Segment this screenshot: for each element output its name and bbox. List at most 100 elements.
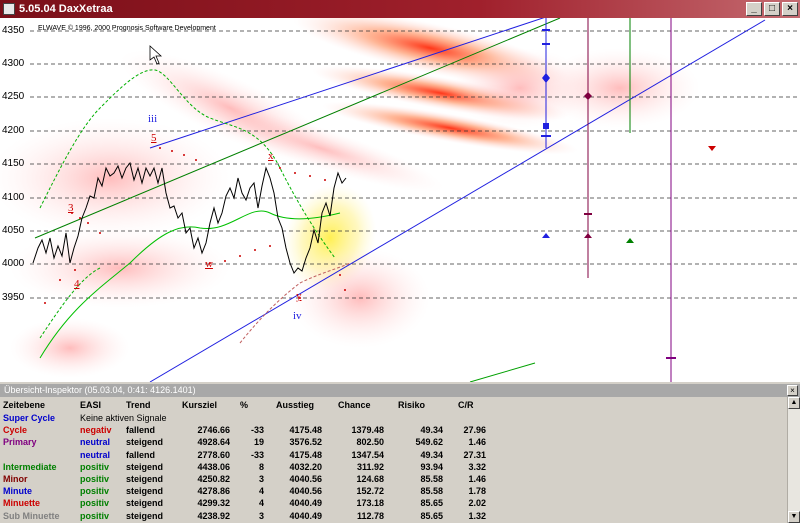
probability-heatmap (0, 18, 700, 378)
cell-chance: 124.68 (356, 474, 384, 484)
table-row[interactable]: Minor positiv steigend 4250.82 3 4040.56 124.6… (0, 474, 790, 486)
cell-chance: 173.18 (356, 498, 384, 509)
cell-chance: 112.78 (356, 510, 384, 521)
cell-chance: 152.72 (356, 486, 384, 497)
table-row[interactable]: neutral fallend 2778.60 -33 4175.48 1347.54 49… (0, 450, 790, 462)
cell-cr: 1.46 (468, 437, 486, 448)
table-row[interactable]: Cycle negativ fallend 2746.66 -33 4175.48 1379… (0, 425, 790, 437)
cell-level: Super Cycle (3, 413, 56, 423)
cell-cr: 27.31 (463, 449, 486, 460)
table-row[interactable]: Minuette positiv steigend 4299.32 4 4040.49 17… (0, 498, 790, 510)
column-header: EASI (80, 400, 102, 410)
cell-kursziel: 4250.82 (197, 474, 230, 484)
cell-pct: 4 (258, 498, 264, 509)
cell-trend: steigend (126, 498, 164, 509)
column-header: Trend (126, 400, 151, 410)
cell-risiko: 49.34 (420, 449, 443, 460)
table-row[interactable]: Sub Minuette positiv steigend 4238.92 3 4040.… (0, 511, 790, 523)
column-header: Kursziel (182, 400, 218, 410)
cell-easi: negativ (80, 425, 112, 436)
panel-close-icon[interactable]: × (787, 385, 798, 396)
cell-ausstieg: 4040.49 (289, 510, 322, 521)
copyright-text: ELWAVE © 1996, 2000 Prognosis Software D… (38, 25, 216, 32)
cell-ausstieg: 4175.48 (289, 449, 322, 460)
cell-kursziel: 4278.86 (197, 486, 230, 497)
cell-easi: positiv (80, 474, 110, 484)
cell-ausstieg: 4032.20 (289, 461, 322, 472)
y-tick-label: 4200 (2, 125, 25, 136)
cell-kursziel: 4238.92 (197, 510, 230, 521)
window-title: 5.05.04 DaxXetraa (19, 3, 113, 15)
cell-kursziel: 4928.64 (197, 437, 230, 448)
cell-cr: 1.32 (468, 510, 486, 521)
cell-trend: steigend (126, 474, 164, 484)
wave-label-4: 4 (74, 278, 80, 290)
cell-cr: 27.96 (463, 425, 486, 436)
table-row[interactable]: Super Cycle Keine aktiven Signale (0, 413, 790, 425)
cell-level: Minute (3, 486, 32, 497)
wave-label-x: x (268, 150, 274, 162)
chart-canvas (0, 18, 800, 382)
maximize-icon[interactable]: □ (764, 2, 780, 16)
wave-label-iii: iii (148, 113, 158, 125)
cell-pct: 19 (253, 437, 264, 448)
y-tick-label: 4050 (2, 225, 25, 236)
table-row[interactable]: Intermediate positiv steigend 4438.06 8 4032.… (0, 462, 790, 474)
cell-easi: positiv (80, 486, 110, 497)
cell-trend: fallend (126, 425, 156, 436)
panel-title: Übersicht-Inspektor (05.03.04, 0:41: 412… (0, 384, 800, 397)
wave-label-y: y (296, 290, 302, 302)
cell-trend: fallend (126, 449, 156, 460)
cell-chance: 802.50 (356, 437, 384, 448)
cell-easi: neutral (80, 437, 111, 448)
cell-kursziel: 4299.32 (197, 498, 230, 509)
minimize-icon[interactable]: _ (746, 2, 762, 16)
y-tick-label: 3950 (2, 292, 25, 303)
cell-chance: 1379.48 (351, 425, 384, 436)
cell-pct: 4 (258, 486, 264, 497)
cell-cr: 1.46 (468, 474, 486, 484)
column-header: Ausstieg (276, 400, 315, 410)
cell-ausstieg: 4040.56 (289, 486, 322, 497)
cell-risiko: 49.34 (420, 425, 443, 436)
cell-level: Intermediate (3, 461, 57, 472)
cell-easi: positiv (80, 498, 110, 509)
cell-trend: steigend (126, 437, 164, 448)
cell-trend: steigend (126, 486, 164, 497)
cell-easi: neutral (80, 449, 111, 460)
target-marker-blue (543, 123, 549, 129)
cell-cr: 3.32 (468, 461, 486, 472)
scroll-down-icon[interactable]: ▼ (788, 511, 800, 523)
cell-pct: 3 (258, 510, 264, 521)
trend-green-short-line (469, 362, 536, 382)
cell-risiko: 85.58 (420, 474, 443, 484)
wave-label-w: w (205, 258, 213, 270)
cell-pct: 8 (258, 461, 264, 472)
cell-ausstieg: 4040.56 (289, 474, 322, 484)
cell-ausstieg: 4040.49 (289, 498, 322, 509)
cell-kursziel: 2778.60 (197, 449, 230, 460)
y-tick-label: 4000 (2, 258, 25, 269)
wave-label-5: 5 (151, 132, 157, 144)
scroll-up-icon[interactable]: ▲ (788, 397, 800, 409)
cell-chance: 1347.54 (351, 449, 384, 460)
cell-pct: -33 (250, 425, 264, 436)
table-row[interactable]: Primary neutral steigend 4928.64 19 3576.52 80… (0, 437, 790, 449)
panel-scrollbar[interactable]: ▲ ▼ (787, 397, 800, 523)
close-icon[interactable]: × (782, 2, 798, 16)
cell-ausstieg: 4175.48 (289, 425, 322, 436)
cell-cr: 1.78 (468, 486, 486, 497)
cell-kursziel: 4438.06 (197, 461, 230, 472)
column-header: Zeitebene (3, 400, 46, 410)
window-titlebar: 5.05.04 DaxXetraa _ □ × (0, 0, 800, 18)
cell-level: Minor (3, 474, 28, 484)
overview-inspector-panel: Übersicht-Inspektor (05.03.04, 0:41: 412… (0, 384, 800, 523)
price-chart[interactable]: ELWAVE © 1996, 2000 Prognosis Software D… (0, 18, 800, 382)
wave-label-3: 3 (68, 202, 74, 214)
y-tick-label: 4350 (2, 25, 25, 36)
cell-level: Minuette (3, 498, 40, 509)
table-row[interactable]: Minute positiv steigend 4278.86 4 4040.56 152.… (0, 486, 790, 498)
wave-label-iv: iv (293, 310, 302, 322)
sell-marker-icon (708, 146, 716, 151)
y-tick-label: 4100 (2, 192, 25, 203)
